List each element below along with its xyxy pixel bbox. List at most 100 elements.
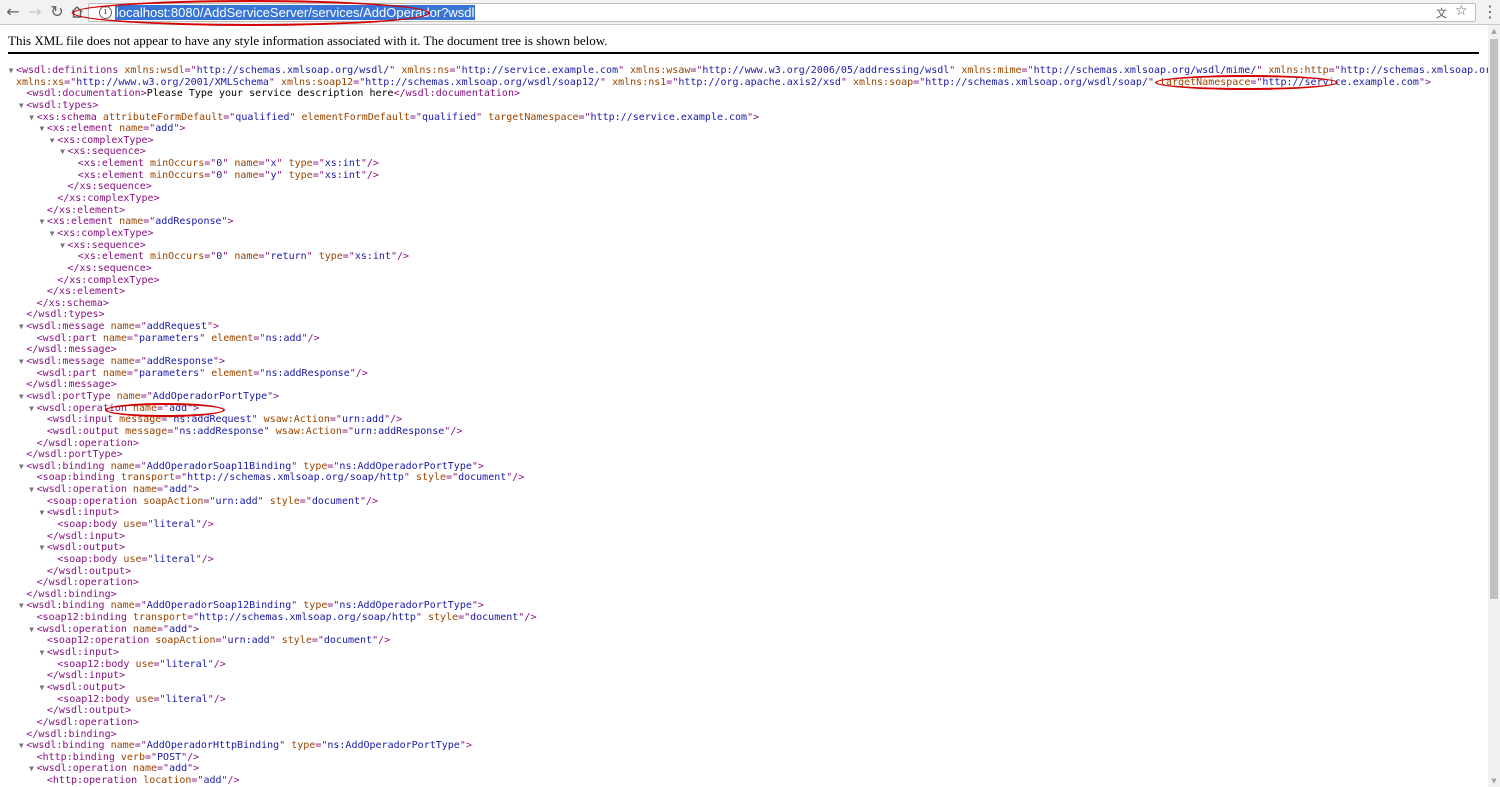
xml-line: ▼ <wsdl:input> [6, 647, 1481, 659]
collapse-triangle-icon[interactable]: ▼ [27, 112, 37, 124]
xml-tag-text: =" [353, 76, 366, 88]
forward-arrow-icon[interactable]: → [26, 3, 44, 21]
xml-tag-text: "> [471, 460, 484, 472]
xml-tag-text: =" [409, 111, 422, 123]
xml-tag-text: =" [126, 332, 139, 344]
xml-tag-text: <xs:sequence> [67, 239, 146, 251]
xml-tag-text: =" [204, 169, 217, 181]
xml-attribute-name: name [228, 251, 259, 263]
xml-attribute-name: message [113, 414, 162, 426]
xml-line: ▼ <xs:complexType> [6, 228, 1481, 240]
scroll-down-arrow-icon[interactable]: ▼ [1488, 775, 1500, 787]
xml-tag-text: </xs:complexType> [57, 274, 160, 286]
xml-tag-text: =" [157, 484, 170, 496]
collapse-triangle-icon[interactable]: ▼ [16, 740, 26, 752]
xml-tag-text: <soap12:body [57, 658, 130, 670]
xml-line: </wsdl:types> [6, 309, 1481, 321]
collapse-triangle-icon[interactable]: ▼ [16, 391, 26, 403]
xml-tag-text: =" [141, 553, 154, 565]
collapse-triangle-icon[interactable]: ▼ [47, 228, 57, 240]
xml-attribute-value: return [270, 251, 307, 263]
xml-tag-text: "> [173, 123, 186, 135]
xml-tag-text: =" [204, 158, 217, 170]
collapse-triangle-icon[interactable]: ▼ [37, 682, 47, 694]
collapse-triangle-icon[interactable]: ▼ [58, 240, 68, 252]
collapse-triangle-icon[interactable]: ▼ [16, 100, 26, 112]
xml-tag-text: =" [143, 123, 156, 135]
xml-attribute-name: name [104, 460, 135, 472]
collapse-triangle-icon[interactable]: ▼ [16, 600, 26, 612]
xml-tag-text: </wsdl:message> [26, 379, 117, 391]
xml-attribute-name: xmlns:ns [395, 65, 450, 76]
xml-line: </xs:element> [6, 286, 1481, 298]
scrollbar-thumb[interactable] [1490, 39, 1498, 599]
xml-attribute-name: name [126, 623, 158, 635]
xml-tag-text: <wsdl:binding [26, 460, 105, 472]
collapse-triangle-icon[interactable]: ▼ [27, 763, 37, 775]
xml-line: ▼ <wsdl:binding name="AddOperadorSoap12Bi… [6, 600, 1481, 612]
collapse-triangle-icon[interactable]: ▼ [27, 403, 37, 415]
scroll-up-arrow-icon[interactable]: ▲ [1488, 25, 1500, 37]
xml-line: ▼ <wsdl:definitions xmlns:wsdl="http://sc… [6, 65, 1500, 77]
xml-line: <soap12:body use="literal"/> [6, 694, 1481, 706]
xml-attribute-name: wsaw:Action [257, 414, 330, 426]
xml-line: </wsdl:binding> [6, 729, 1481, 741]
collapse-triangle-icon[interactable]: ▼ [27, 484, 37, 496]
back-arrow-icon[interactable]: ← [4, 3, 22, 21]
translate-icon[interactable]: 文 [1436, 5, 1447, 21]
xml-tag-text: =" [191, 775, 204, 787]
collapse-triangle-icon[interactable]: ▼ [6, 65, 16, 77]
xml-attribute-value: document [470, 612, 519, 624]
vertical-scrollbar[interactable]: ▲ ▼ [1488, 25, 1500, 787]
xml-attribute-name: type [282, 169, 313, 181]
collapse-triangle-icon[interactable]: ▼ [58, 146, 68, 158]
xml-tag-text: <wsdl:types> [26, 99, 99, 111]
xml-tag-text: =" [315, 740, 328, 752]
info-icon[interactable]: i [99, 6, 112, 19]
divider [8, 52, 1479, 54]
star-icon[interactable]: ☆ [1455, 3, 1468, 19]
collapse-triangle-icon[interactable]: ▼ [37, 542, 47, 554]
xml-tag-text: =" [1328, 65, 1341, 76]
address-bar[interactable]: i localhost:8080/AddServiceServer/servic… [88, 3, 1476, 22]
xml-tag-text: <xs:complexType> [57, 134, 154, 146]
collapse-triangle-icon[interactable]: ▼ [37, 647, 47, 659]
xml-line: ▼ <wsdl:operation name="add"> [6, 484, 1481, 496]
xml-attribute-value: add [169, 484, 188, 496]
xml-tag-text: <wsdl:documentation> [26, 88, 147, 100]
collapse-triangle-icon[interactable]: ▼ [16, 321, 26, 333]
xml-line: ▼ <xs:schema attributeFormDefault="qualif… [6, 112, 1481, 124]
xml-attribute-value: ns:addResponse [265, 367, 350, 379]
xml-tag-text: =" [204, 251, 217, 263]
collapse-triangle-icon[interactable]: ▼ [16, 461, 26, 473]
xml-tag-text: </wsdl:output> [46, 565, 132, 577]
reload-icon[interactable]: ↻ [48, 3, 66, 21]
xml-line: ▼ <xs:sequence> [6, 146, 1481, 158]
collapse-triangle-icon[interactable]: ▼ [16, 356, 26, 368]
collapse-triangle-icon[interactable]: ▼ [37, 216, 47, 228]
xml-attribute-name: name [113, 123, 144, 135]
xml-tag-text: <soap12:body [57, 693, 130, 705]
collapse-triangle-icon[interactable]: ▼ [37, 123, 47, 135]
collapse-triangle-icon[interactable]: ▼ [37, 507, 47, 519]
collapse-triangle-icon[interactable]: ▼ [27, 624, 37, 636]
xml-tag-text: =" [342, 251, 355, 263]
xml-attribute-value: literal [165, 658, 208, 670]
xml-tag-text: </wsdl:operation> [36, 577, 139, 589]
xml-attribute-value: ns:AddOperadorPortType [339, 600, 472, 612]
xml-attribute-name: xmlns:soap12 [274, 76, 354, 88]
xml-tag-text: =" [253, 367, 266, 379]
url-text[interactable]: localhost:8080/AddServiceServer/services… [115, 5, 476, 20]
xml-line: <wsdl:documentation>Please Type your ser… [6, 88, 1481, 100]
menu-icon[interactable]: ⋮ [1482, 3, 1498, 21]
xml-attribute-name: minOccurs [144, 158, 205, 170]
xml-attribute-value: AddOperadorSoap11Binding [146, 460, 292, 472]
collapse-triangle-icon[interactable]: ▼ [47, 135, 57, 147]
xml-tag-text: =" [157, 402, 170, 414]
xml-attribute-name: use [129, 658, 154, 670]
home-icon[interactable] [68, 3, 86, 21]
xml-attribute-name: style [421, 612, 459, 624]
xml-line: ▼ <wsdl:binding name="AddOperadorHttpBind… [6, 740, 1481, 752]
xml-attribute-name: name [126, 402, 158, 414]
xml-attribute-name: verb [114, 751, 145, 763]
